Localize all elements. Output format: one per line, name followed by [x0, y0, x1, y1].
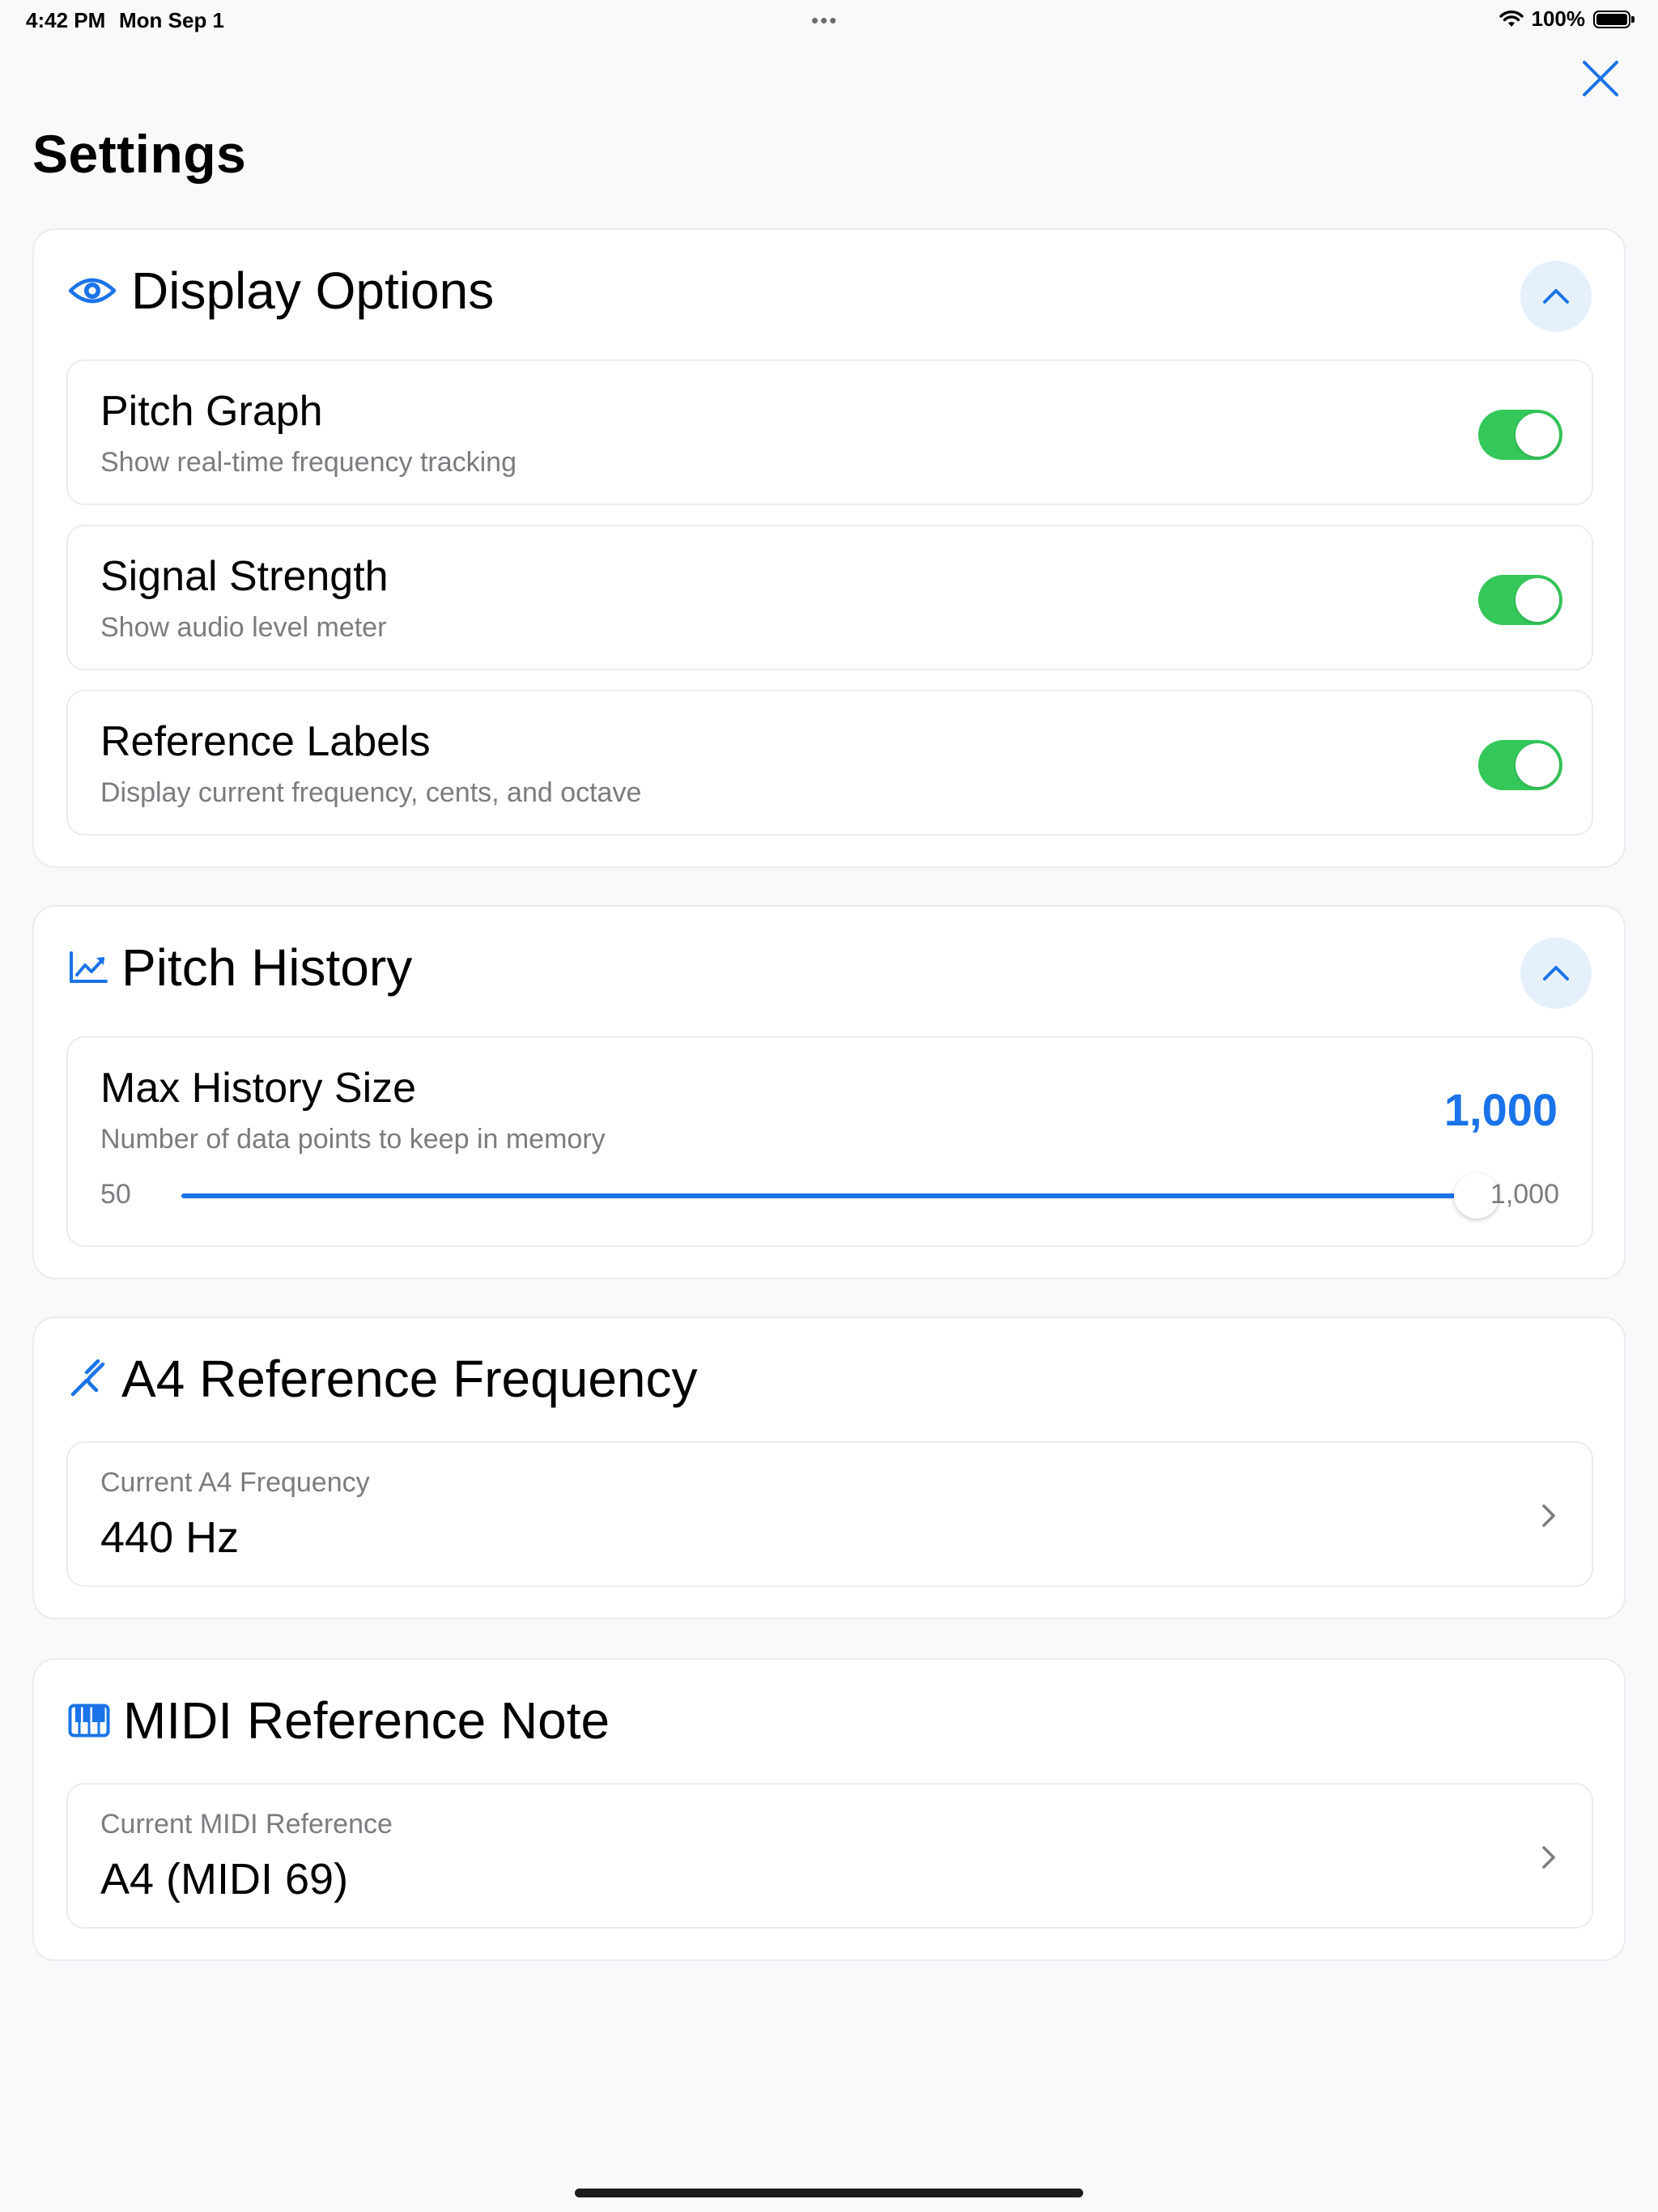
section-title: Display Options [131, 262, 495, 320]
setting-title: Signal Strength [100, 553, 389, 600]
slider-min-label: 50 [100, 1179, 131, 1210]
piano-keys-icon [68, 1696, 110, 1745]
chevron-up-icon [1543, 966, 1569, 981]
section-header: MIDI Reference Note [68, 1660, 1592, 1781]
section-header: Display Options [68, 230, 1592, 351]
section-header: A4 Reference Frequency [68, 1318, 1592, 1440]
max-history-value: 1,000 [1443, 1084, 1558, 1135]
signal-strength-toggle[interactable] [1478, 575, 1562, 625]
section-title: MIDI Reference Note [123, 1691, 610, 1750]
status-bar: 4:42 PM Mon Sep 1 ••• 100% [0, 0, 1658, 39]
chevron-right-icon [1542, 1846, 1555, 1869]
setting-row-pitch-graph: Pitch Graph Show real-time frequency tra… [66, 359, 1593, 505]
close-icon [1583, 61, 1618, 96]
setting-subtitle: Number of data points to keep in memory [100, 1124, 606, 1155]
setting-title: Reference Labels [100, 718, 431, 765]
section-header: Pitch History [68, 907, 1592, 1028]
pitch-history-section: Pitch History Max History Size Number of… [32, 905, 1626, 1279]
setting-row-reference-labels: Reference Labels Display current frequen… [66, 690, 1593, 836]
setting-subtitle: Display current frequency, cents, and oc… [100, 777, 642, 808]
chart-line-icon [68, 943, 108, 992]
status-indicators: 100% [1499, 6, 1635, 32]
midi-reference-row[interactable]: Current MIDI Reference A4 (MIDI 69) [66, 1783, 1593, 1929]
setting-row-max-history-size: Max History Size Number of data points t… [66, 1036, 1593, 1247]
a4-frequency-row[interactable]: Current A4 Frequency 440 Hz [66, 1441, 1593, 1587]
a4-reference-section: A4 Reference Frequency Current A4 Freque… [32, 1317, 1626, 1619]
reference-labels-toggle[interactable] [1478, 740, 1562, 790]
setting-title: Pitch Graph [100, 388, 323, 435]
tuning-fork-icon [68, 1355, 108, 1403]
setting-subtitle: Show real-time frequency tracking [100, 447, 517, 478]
display-options-section: Display Options Pitch Graph Show real-ti… [32, 228, 1626, 868]
section-title: Pitch History [121, 938, 413, 997]
chevron-right-icon [1542, 1504, 1555, 1527]
home-indicator[interactable] [575, 2189, 1083, 2197]
slider-max-label: 1,000 [1490, 1179, 1559, 1210]
battery-percentage: 100% [1531, 6, 1586, 31]
setting-label: Current A4 Frequency [100, 1467, 370, 1498]
wifi-icon [1499, 10, 1524, 27]
setting-title: Max History Size [100, 1065, 417, 1112]
setting-value: A4 (MIDI 69) [100, 1855, 349, 1904]
collapse-button[interactable] [1520, 261, 1592, 332]
midi-reference-section: MIDI Reference Note Current MIDI Referen… [32, 1658, 1626, 1961]
eye-icon [68, 266, 117, 315]
battery-icon [1593, 10, 1635, 28]
close-button[interactable] [1580, 58, 1621, 99]
status-time: 4:42 PM [26, 8, 106, 32]
setting-row-signal-strength: Signal Strength Show audio level meter [66, 525, 1593, 670]
slider-track[interactable] [181, 1193, 1477, 1198]
multitasking-dots[interactable]: ••• [811, 8, 838, 33]
setting-subtitle: Show audio level meter [100, 612, 387, 643]
setting-label: Current MIDI Reference [100, 1809, 393, 1840]
setting-value: 440 Hz [100, 1513, 240, 1562]
chevron-up-icon [1543, 289, 1569, 304]
collapse-button[interactable] [1520, 938, 1592, 1009]
page-title: Settings [32, 124, 247, 184]
section-title: A4 Reference Frequency [121, 1350, 698, 1408]
pitch-graph-toggle[interactable] [1478, 410, 1562, 460]
status-date: Mon Sep 1 [119, 8, 225, 32]
